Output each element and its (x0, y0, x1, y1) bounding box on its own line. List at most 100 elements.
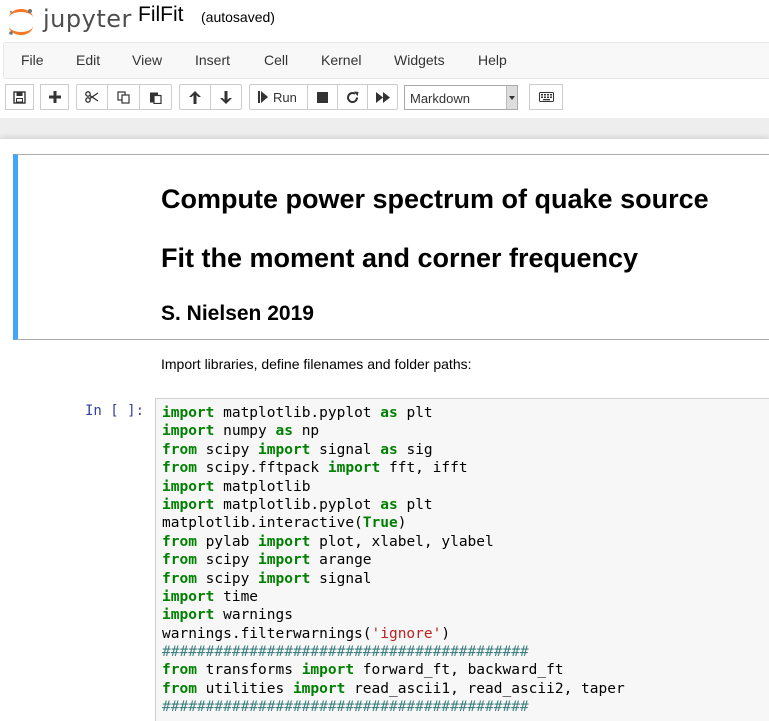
logo-text: jupyter (43, 5, 132, 33)
code-string: 'ignore' (371, 625, 442, 642)
code-keyword: import (162, 607, 215, 624)
arrow-up-icon (189, 90, 201, 104)
fast-forward-icon (375, 91, 390, 103)
code-keyword: from (162, 533, 197, 550)
code-keyword: as (275, 423, 293, 440)
code-cell-editor[interactable]: import matplotlib.pyplot as plt import nu… (155, 398, 769, 721)
interrupt-kernel-button[interactable] (307, 84, 338, 110)
code-keyword: as (380, 496, 398, 513)
stop-icon (317, 91, 328, 103)
code-line: import time (162, 588, 625, 606)
menu-insert[interactable]: Insert (195, 52, 230, 68)
code-text: read_ascii1, read_ascii2, taper (345, 680, 625, 697)
code-line: warnings.filterwarnings('ignore') (162, 625, 625, 643)
code-keyword: as (380, 441, 398, 458)
code-text: utilities (196, 680, 293, 697)
code-keyword: import (292, 680, 346, 697)
input-prompt: In [ ]: (85, 403, 145, 419)
code-keyword: import (301, 662, 355, 679)
notebook-name[interactable]: FilFit (138, 3, 184, 27)
menu-help[interactable]: Help (478, 52, 507, 68)
code-keyword: from (162, 441, 197, 458)
code-line: from pylab import plot, xlabel, ylabel (162, 533, 625, 551)
menu-view[interactable]: View (132, 52, 162, 68)
step-forward-icon (258, 91, 268, 103)
code-text: fft, ifft (380, 460, 468, 477)
run-button[interactable]: Run (249, 84, 308, 110)
heading-subtitle: Fit the moment and corner frequency (161, 243, 639, 273)
code-content[interactable]: import matplotlib.pyplot as plt import nu… (162, 404, 625, 717)
code-text: numpy (214, 423, 276, 440)
code-line: from scipy.fftpack import fft, ifft (162, 459, 625, 477)
code-keyword: import (162, 405, 215, 421)
code-line: import matplotlib.pyplot as plt (162, 404, 625, 422)
copy-button[interactable] (107, 84, 140, 110)
code-keyword: from (162, 662, 197, 679)
run-label: Run (273, 89, 297, 105)
menu-cell[interactable]: Cell (264, 52, 288, 68)
code-line: from utilities import read_ascii1, read_… (162, 680, 625, 698)
menu-file[interactable]: File (21, 52, 44, 68)
code-keyword: import (258, 570, 311, 587)
menu-bar: File Edit View Insert Cell Kernel Widget… (3, 42, 769, 79)
arrow-down-icon (220, 90, 232, 104)
save-icon (13, 90, 26, 104)
code-keyword: as (380, 405, 398, 421)
heading-title: Compute power spectrum of quake source (161, 184, 709, 214)
restart-run-all-button[interactable] (367, 84, 398, 110)
code-text: scipy.fftpack (196, 460, 328, 477)
paste-button[interactable] (139, 84, 172, 110)
code-text: matplotlib (214, 478, 311, 495)
command-palette-button[interactable] (529, 84, 563, 110)
code-line: import warnings (162, 606, 625, 624)
cell-type-value: Markdown (410, 91, 470, 106)
save-button[interactable] (5, 84, 34, 110)
code-text: scipy (196, 441, 259, 458)
markdown-cell-text[interactable]: Import libraries, define filenames and f… (161, 356, 472, 372)
code-text: np (292, 423, 320, 440)
move-down-button[interactable] (210, 84, 242, 110)
code-keyword: True (362, 515, 398, 532)
cut-icon (85, 91, 99, 103)
jupyter-logo-icon (9, 9, 33, 35)
menu-edit[interactable]: Edit (76, 52, 100, 68)
code-line: import matplotlib (162, 478, 625, 496)
code-text: matplotlib.pyplot (214, 405, 381, 421)
code-keyword: from (162, 570, 197, 587)
code-text: pylab (196, 533, 259, 550)
code-keyword: from (162, 680, 197, 697)
code-keyword: import (162, 588, 215, 605)
menu-kernel[interactable]: Kernel (321, 52, 361, 68)
keyboard-icon (538, 92, 554, 102)
code-keyword: from (162, 460, 197, 477)
markdown-cell-selected[interactable]: Compute power spectrum of quake source F… (13, 154, 769, 340)
paste-icon (150, 92, 162, 104)
code-text: ) (441, 625, 451, 642)
jupyter-logo[interactable]: jupyter (6, 5, 132, 35)
code-line: matplotlib.interactive(True) (162, 514, 625, 532)
code-text: signal (310, 441, 381, 458)
toolbar: Run Markdown (0, 84, 769, 114)
code-text: scipy (196, 570, 259, 587)
code-line: from scipy import signal as sig (162, 441, 625, 459)
cut-button[interactable] (76, 84, 108, 110)
code-keyword: import (258, 533, 311, 550)
insert-cell-button[interactable] (40, 84, 69, 110)
code-text: plt (397, 405, 433, 421)
code-keyword: import (162, 496, 215, 513)
code-comment: ########################################… (162, 699, 529, 716)
code-keyword: import (162, 478, 215, 495)
restart-kernel-button[interactable] (337, 84, 368, 110)
code-keyword: import (162, 423, 215, 440)
move-up-button[interactable] (179, 84, 211, 110)
code-keyword: import (258, 552, 311, 569)
code-line: from scipy import arange (162, 551, 625, 569)
code-text: sig (397, 441, 433, 458)
code-text: matplotlib.pyplot (214, 496, 381, 513)
cell-type-select[interactable]: Markdown (404, 85, 518, 110)
menu-widgets[interactable]: Widgets (394, 52, 445, 68)
copy-icon (117, 90, 130, 104)
code-text: ) (397, 515, 407, 532)
refresh-icon (347, 91, 359, 103)
code-text: plot, xlabel, ylabel (310, 533, 494, 550)
